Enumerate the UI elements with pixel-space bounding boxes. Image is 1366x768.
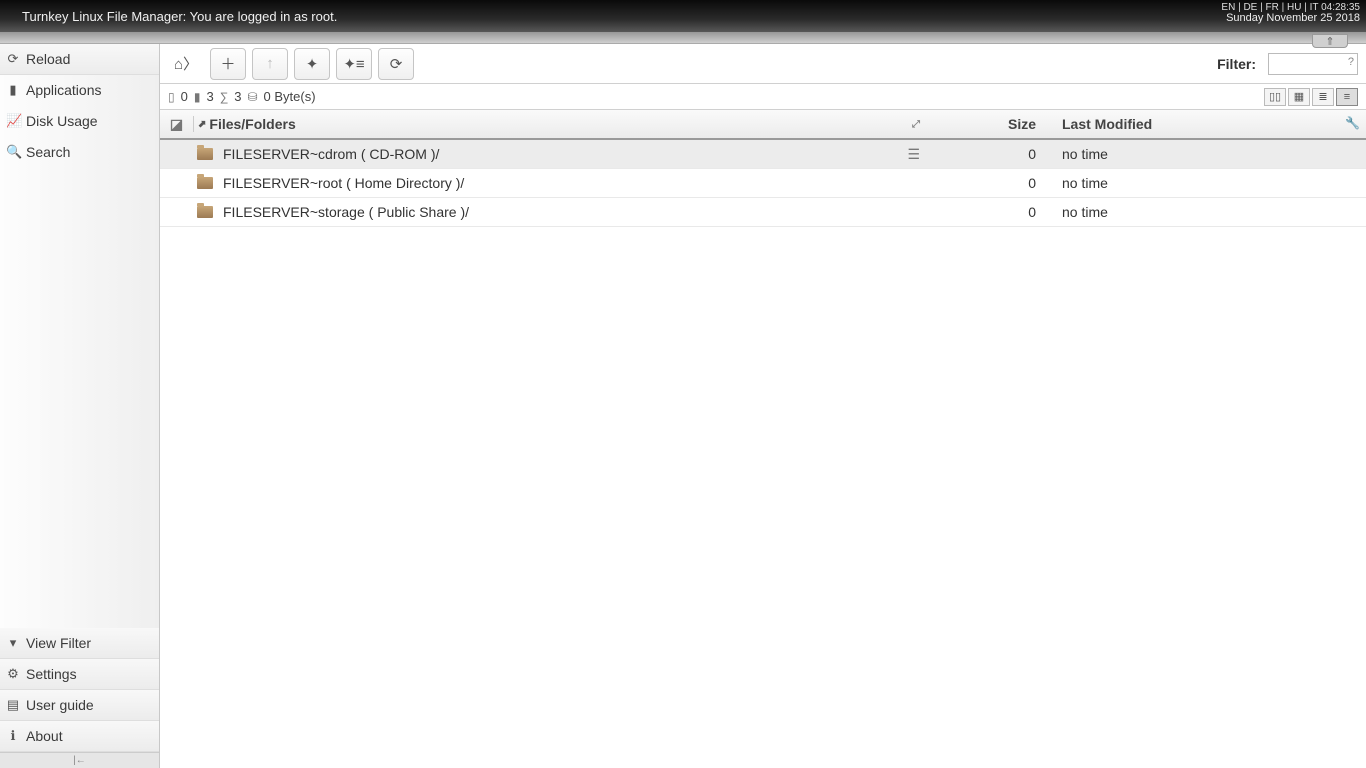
file-icon: ▯ (168, 90, 175, 104)
row-name: FILESERVER~root ( Home Directory )/ (223, 175, 464, 191)
sidebar-collapse[interactable]: |← (0, 752, 159, 768)
applications-icon: ▮ (6, 82, 20, 98)
view-mode-buttons: ▯▯ ▦ ≣ ≡ (1264, 88, 1358, 106)
page-title: Turnkey Linux File Manager: You are logg… (22, 9, 1344, 24)
up-button[interactable]: ↑ (252, 48, 288, 80)
view-grid-button[interactable]: ▦ (1288, 88, 1310, 106)
total-count: 3 (234, 89, 241, 104)
sidebar-item-label: Settings (26, 666, 77, 682)
row-size: 0 (926, 175, 1056, 191)
home-icon: ⌂〉 (174, 53, 198, 74)
sidebar-item-label: Disk Usage (26, 113, 98, 129)
gear-icon: ⚙ (6, 666, 20, 682)
main-panel: ⌂〉 ＋ ↑ ✦ ✦≡ ⟳ Filter: ? ▯ 0 ▮ 3 ∑ 3 ⛁ 0 … (160, 44, 1366, 768)
view-list-button[interactable]: ≣ (1312, 88, 1334, 106)
bookmark-add-button[interactable]: ✦ (294, 48, 330, 80)
shelf-bar (0, 32, 1366, 44)
top-bar: Turnkey Linux File Manager: You are logg… (0, 0, 1366, 32)
wrench-icon[interactable]: 🔧 (1345, 116, 1360, 130)
column-modified[interactable]: Last Modified 🔧 (1056, 116, 1366, 132)
sidebar-item-view-filter[interactable]: ▾ View Filter (0, 628, 159, 659)
sidebar-item-applications[interactable]: ▮ Applications (0, 75, 159, 106)
row-modified: no time (1056, 204, 1366, 220)
row-size: 0 (926, 204, 1056, 220)
table-row[interactable]: FILESERVER~cdrom ( CD-ROM )/ ☰ 0no time (160, 140, 1366, 169)
row-name: FILESERVER~storage ( Public Share )/ (223, 204, 469, 220)
sidebar-item-label: Search (26, 144, 70, 160)
toolbar: ⌂〉 ＋ ↑ ✦ ✦≡ ⟳ Filter: ? (160, 44, 1366, 84)
table-row[interactable]: FILESERVER~root ( Home Directory )/ 0no t… (160, 169, 1366, 198)
folder-icon: ▮ (194, 90, 201, 104)
column-label: Size (1008, 116, 1036, 132)
table-row[interactable]: FILESERVER~storage ( Public Share )/ 0no … (160, 198, 1366, 227)
sidebar-item-settings[interactable]: ⚙ Settings (0, 659, 159, 690)
sidebar-item-search[interactable]: 🔍 Search (0, 137, 159, 168)
folder-icon (197, 206, 213, 218)
filter-label: Filter: (1217, 56, 1256, 72)
bookmark-list-button[interactable]: ✦≡ (336, 48, 372, 80)
sidebar-item-label: User guide (26, 697, 94, 713)
sidebar-item-disk-usage[interactable]: 📈 Disk Usage (0, 106, 159, 137)
sidebar-item-user-guide[interactable]: ▤ User guide (0, 690, 159, 721)
sidebar-item-label: View Filter (26, 635, 91, 651)
row-size: 0 (926, 146, 1056, 162)
folder-count: 3 (206, 89, 213, 104)
row-menu-icon[interactable]: ☰ (907, 146, 920, 163)
column-size[interactable]: Size (926, 116, 1056, 132)
star-plus-icon: ✦ (306, 55, 319, 73)
current-date: Sunday November 25 2018 (1226, 12, 1360, 24)
plus-icon: ＋ (220, 53, 235, 74)
expand-icon[interactable]: ⤢ (912, 119, 920, 130)
info-icon: ℹ (6, 728, 20, 744)
column-name[interactable]: ⬈ Files/Folders ⤢ (193, 116, 926, 132)
status-bar: ▯ 0 ▮ 3 ∑ 3 ⛁ 0 Byte(s) ▯▯ ▦ ≣ ≡ (160, 84, 1366, 110)
sidebar-item-reload[interactable]: ⟳ Reload (0, 44, 159, 75)
refresh-button[interactable]: ⟳ (378, 48, 414, 80)
sidebar-item-label: About (26, 728, 63, 744)
sidebar-item-label: Applications (26, 82, 102, 98)
file-count: 0 (181, 89, 188, 104)
column-header: ◪ ⬈ Files/Folders ⤢ Size Last Modified 🔧 (160, 110, 1366, 140)
refresh-icon: ⟳ (390, 55, 403, 73)
book-icon: ▤ (6, 697, 20, 713)
star-list-icon: ✦≡ (343, 55, 364, 73)
total-size: 0 Byte(s) (264, 89, 316, 104)
chart-icon: 📈 (6, 113, 20, 129)
column-label: Last Modified (1062, 116, 1152, 132)
folder-icon (197, 148, 213, 160)
home-button[interactable]: ⌂〉 (168, 48, 204, 80)
sidebar-item-about[interactable]: ℹ About (0, 721, 159, 752)
arrow-up-icon: ↑ (266, 55, 274, 72)
reload-icon: ⟳ (6, 51, 20, 67)
search-icon: 🔍 (6, 144, 20, 160)
column-label: Files/Folders (209, 116, 295, 132)
row-name: FILESERVER~cdrom ( CD-ROM )/ (223, 146, 439, 162)
disk-icon: ⛁ (247, 90, 257, 104)
sum-icon: ∑ (220, 90, 229, 104)
row-modified: no time (1056, 175, 1366, 191)
filter-input[interactable] (1268, 53, 1358, 75)
shelf-toggle[interactable]: ⇑ (1312, 34, 1348, 48)
sort-icon: ⬈ (198, 119, 206, 130)
row-modified: no time (1056, 146, 1366, 162)
folder-icon (197, 177, 213, 189)
filter-icon: ▾ (6, 635, 20, 651)
file-list: FILESERVER~cdrom ( CD-ROM )/☰0no timeFIL… (160, 140, 1366, 227)
view-columns-button[interactable]: ▯▯ (1264, 88, 1286, 106)
select-all-checkbox[interactable]: ◪ (160, 116, 193, 133)
new-button[interactable]: ＋ (210, 48, 246, 80)
help-icon[interactable]: ? (1348, 56, 1354, 68)
sidebar-item-label: Reload (26, 51, 70, 67)
sidebar: ⟳ Reload ▮ Applications 📈 Disk Usage 🔍 S… (0, 44, 160, 768)
view-details-button[interactable]: ≡ (1336, 88, 1358, 106)
